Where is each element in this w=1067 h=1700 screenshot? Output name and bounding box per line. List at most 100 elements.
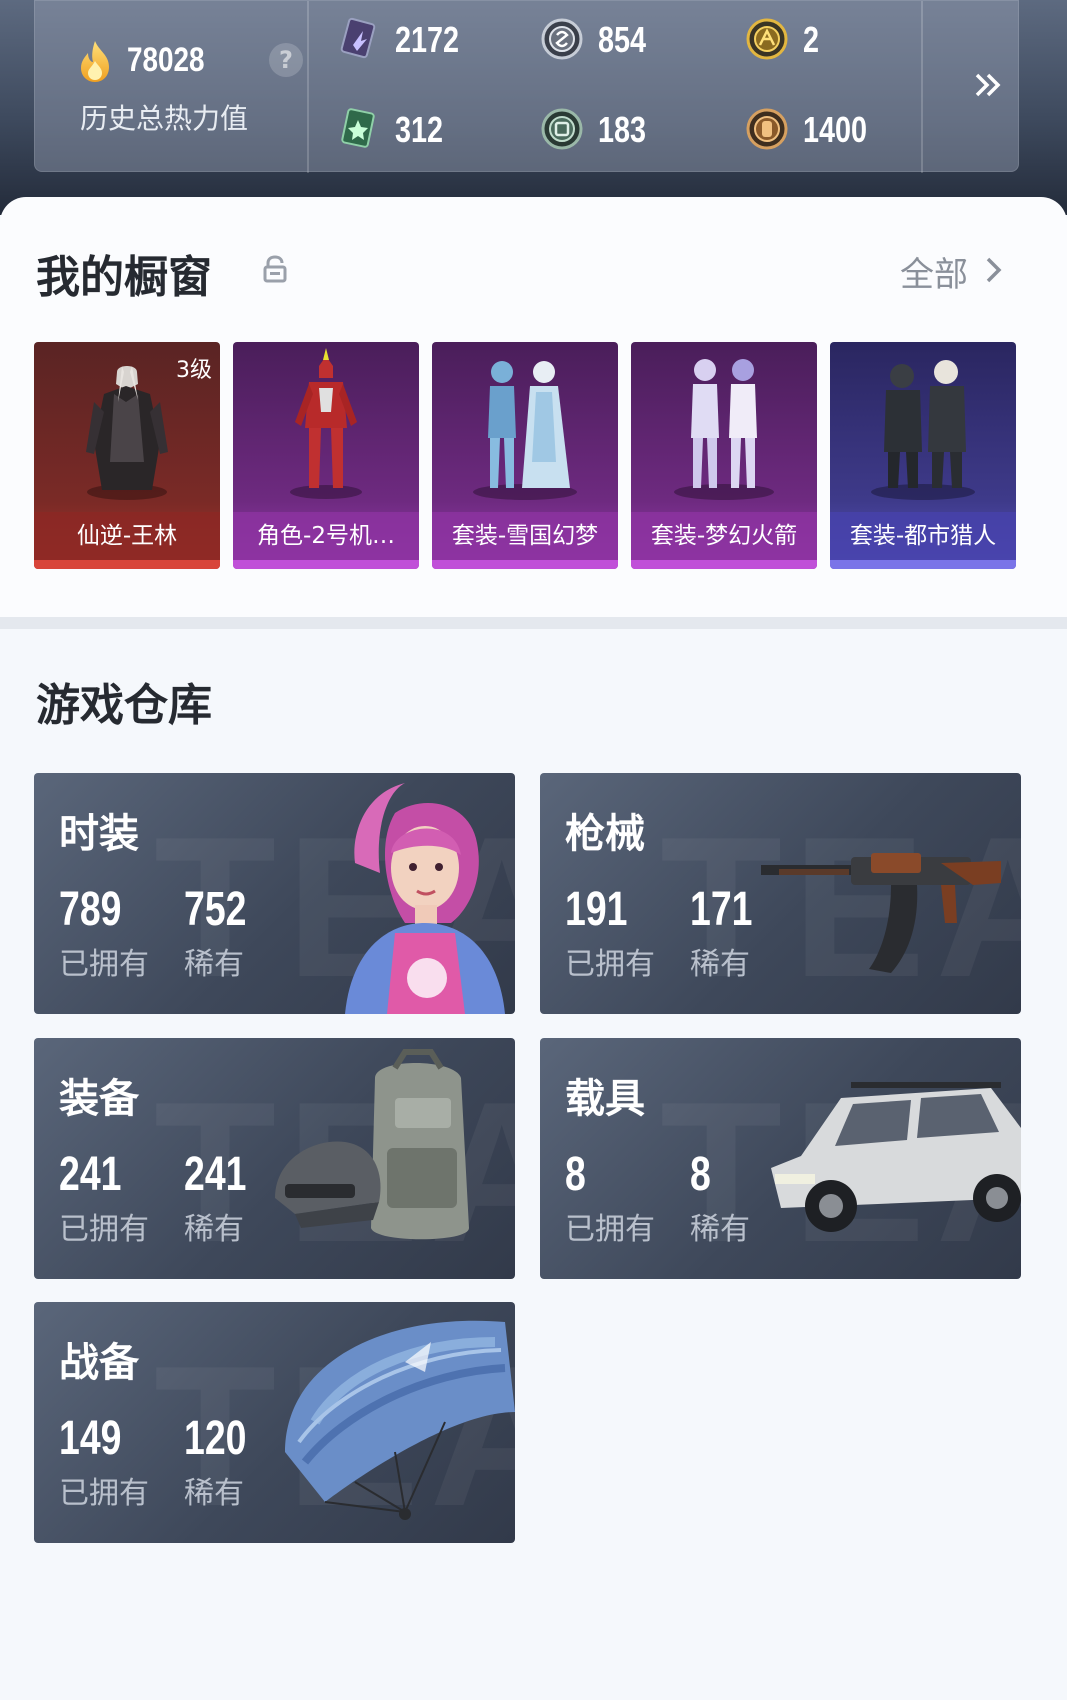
help-icon[interactable]: ? bbox=[269, 43, 303, 77]
rare-count: 241 bbox=[184, 1148, 247, 1201]
rocket-suit-figure-icon bbox=[674, 359, 774, 500]
section-divider bbox=[0, 617, 1067, 629]
currency-green-coin[interactable]: 183 bbox=[540, 105, 730, 153]
showcase-item[interactable]: 套装-雪国幻梦 bbox=[432, 342, 618, 569]
rare-label: 稀有 bbox=[184, 1212, 244, 1247]
rarity-bar bbox=[631, 560, 817, 569]
rarity-bar bbox=[233, 560, 419, 569]
owned-stat: 789 已拥有 bbox=[59, 885, 149, 983]
showcase-section: 我的橱窗 全部 3级 仙逆-王林 角色-2号机… 套装-雪国幻梦 套装-梦幻火箭… bbox=[0, 197, 1067, 617]
rarity-bar bbox=[34, 560, 220, 569]
showcase-item-name: 套装-梦幻火箭 bbox=[631, 512, 817, 560]
owned-label: 已拥有 bbox=[565, 1212, 655, 1247]
warehouse-card-outfits[interactable]: TEA 时装 789 已拥有 752 稀有 bbox=[34, 773, 515, 1014]
owned-stat: 191 已拥有 bbox=[565, 885, 655, 983]
currency-value: 854 bbox=[598, 19, 647, 60]
owned-count: 8 bbox=[565, 1148, 586, 1201]
showcase-item-name: 套装-雪国幻梦 bbox=[432, 512, 618, 560]
showcase-item-name: 角色-2号机… bbox=[233, 512, 419, 560]
green-coin-icon bbox=[541, 108, 583, 150]
rare-label: 稀有 bbox=[184, 947, 244, 982]
view-all-button[interactable]: 全部 bbox=[900, 247, 1010, 295]
rare-label: 稀有 bbox=[184, 1476, 244, 1511]
expand-currencies-button[interactable] bbox=[955, 1, 1020, 173]
owned-count: 149 bbox=[59, 1412, 122, 1465]
currency-value: 2172 bbox=[395, 19, 460, 60]
green-card-icon bbox=[341, 108, 375, 148]
warehouse-title: 游戏仓库 bbox=[36, 680, 212, 731]
rare-stat: 241 稀有 bbox=[184, 1150, 264, 1248]
heat-label: 历史总热力值 bbox=[80, 102, 249, 135]
currency-silver-coin[interactable]: 854 bbox=[540, 15, 730, 63]
gold-coin-icon bbox=[746, 18, 788, 60]
showcase-item-name: 套装-都市猎人 bbox=[830, 512, 1016, 560]
currency-gold-coin[interactable]: 2 bbox=[745, 15, 935, 63]
currency-value: 183 bbox=[598, 109, 647, 150]
flame-icon bbox=[81, 41, 109, 82]
owned-count: 789 bbox=[59, 883, 122, 936]
currency-bronze-coin[interactable]: 1400 bbox=[745, 105, 935, 153]
chevron-right-icon bbox=[986, 257, 1002, 283]
showcase-item-name: 仙逆-王林 bbox=[34, 512, 220, 560]
lock-icon[interactable] bbox=[260, 254, 290, 284]
level-badge: 3级 bbox=[176, 358, 212, 383]
showcase-title: 我的橱窗 bbox=[36, 252, 212, 303]
rare-stat: 171 稀有 bbox=[690, 885, 770, 983]
owned-stat: 149 已拥有 bbox=[59, 1414, 149, 1512]
outfit-pair-figure-icon bbox=[473, 361, 577, 500]
owned-stat: 241 已拥有 bbox=[59, 1150, 149, 1248]
owned-label: 已拥有 bbox=[59, 947, 149, 982]
hunter-suit-figure-icon bbox=[871, 360, 975, 500]
rare-stat: 8 稀有 bbox=[690, 1150, 750, 1248]
silver-coin-icon bbox=[541, 18, 583, 60]
warehouse-card-equipment[interactable]: TEA 装备 241 已拥有 241 稀有 bbox=[34, 1038, 515, 1279]
rare-count: 120 bbox=[184, 1412, 247, 1465]
category-title: 战备 bbox=[59, 1340, 139, 1386]
owned-count: 191 bbox=[565, 883, 628, 936]
purple-card-icon bbox=[340, 17, 376, 59]
rarity-bar bbox=[830, 560, 1016, 569]
category-title: 装备 bbox=[59, 1076, 139, 1122]
stats-divider bbox=[307, 1, 309, 173]
mech-suit-figure-icon bbox=[290, 348, 362, 499]
character-portrait-icon bbox=[345, 783, 505, 1014]
rare-count: 171 bbox=[690, 883, 753, 936]
rarity-bar bbox=[432, 560, 618, 569]
stats-card[interactable]: 78028 ? 历史总热力值 2172 854 2 312 183 1400 bbox=[34, 0, 1020, 173]
rare-count: 8 bbox=[690, 1148, 711, 1201]
owned-count: 241 bbox=[59, 1148, 122, 1201]
currency-purple-card[interactable]: 2172 bbox=[337, 15, 527, 63]
warehouse-section: 游戏仓库 TEA 时装 789 已拥有 752 稀有 TEA 枪械 191 已拥… bbox=[0, 629, 1067, 1700]
category-title: 载具 bbox=[565, 1076, 645, 1122]
showcase-item[interactable]: 套装-梦幻火箭 bbox=[631, 342, 817, 569]
rare-count: 752 bbox=[184, 883, 247, 936]
owned-label: 已拥有 bbox=[565, 947, 655, 982]
category-title: 枪械 bbox=[565, 811, 645, 857]
parachute-icon bbox=[285, 1320, 515, 1520]
view-all-label: 全部 bbox=[900, 255, 968, 295]
backpack-helmet-icon bbox=[275, 1049, 469, 1240]
warehouse-card-weapons[interactable]: TEA 枪械 191 已拥有 171 稀有 bbox=[540, 773, 1021, 1014]
showcase-item[interactable]: 角色-2号机… bbox=[233, 342, 419, 569]
owned-label: 已拥有 bbox=[59, 1212, 149, 1247]
warehouse-card-vehicles[interactable]: TEA 载具 8 已拥有 8 稀有 bbox=[540, 1038, 1021, 1279]
car-icon bbox=[771, 1082, 1021, 1232]
currency-value: 1400 bbox=[803, 109, 868, 150]
currency-value: 312 bbox=[395, 109, 444, 150]
rare-label: 稀有 bbox=[690, 947, 750, 982]
warehouse-card-battle-gear[interactable]: TEA 战备 149 已拥有 120 稀有 bbox=[34, 1302, 515, 1543]
double-chevron-right-icon bbox=[975, 73, 1001, 97]
bronze-coin-icon bbox=[746, 108, 788, 150]
owned-stat: 8 已拥有 bbox=[565, 1150, 655, 1248]
currency-green-card[interactable]: 312 bbox=[337, 105, 527, 153]
showcase-item[interactable]: 套装-都市猎人 bbox=[830, 342, 1016, 569]
rare-stat: 752 稀有 bbox=[184, 885, 264, 983]
owned-label: 已拥有 bbox=[59, 1476, 149, 1511]
top-banner: 78028 ? 历史总热力值 2172 854 2 312 183 1400 bbox=[0, 0, 1067, 215]
rare-label: 稀有 bbox=[690, 1212, 750, 1247]
rare-stat: 120 稀有 bbox=[184, 1414, 264, 1512]
heat-value: 78028 bbox=[127, 41, 205, 79]
showcase-item[interactable]: 3级 仙逆-王林 bbox=[34, 342, 220, 569]
currency-value: 2 bbox=[803, 19, 820, 60]
category-title: 时装 bbox=[59, 811, 139, 857]
